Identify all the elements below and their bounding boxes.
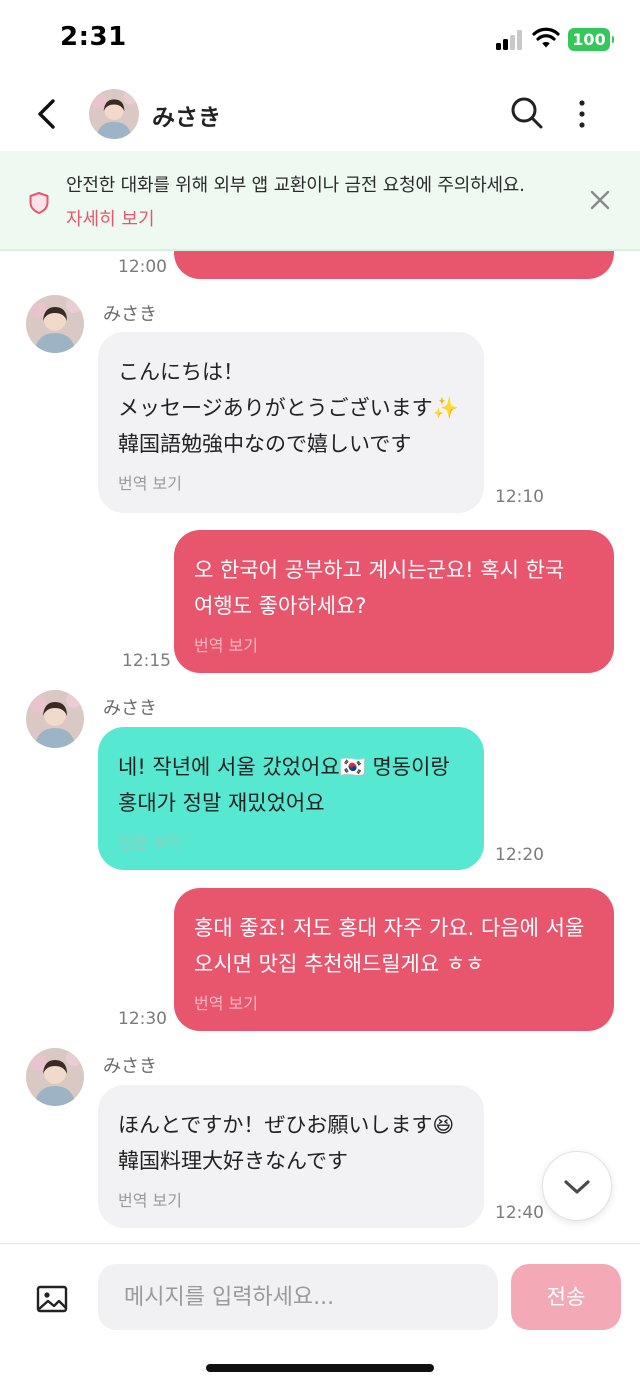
message-bubble-incoming[interactable]: こんにちは！メッセージありがとうございます✨ 韓国語勉強中なので嬉しいです 번역… bbox=[98, 332, 484, 513]
sender-name: みさき bbox=[103, 304, 157, 325]
wifi-icon bbox=[532, 27, 560, 48]
notice-details-link[interactable]: 자세히 보기 bbox=[66, 205, 155, 231]
back-icon[interactable] bbox=[28, 94, 68, 134]
battery-icon: 100 bbox=[568, 28, 614, 51]
message-time: 12:10 bbox=[495, 487, 544, 507]
translate-link[interactable]: 번역 보기 bbox=[118, 1187, 464, 1211]
header-avatar[interactable] bbox=[89, 89, 139, 139]
image-icon[interactable] bbox=[36, 1284, 68, 1314]
message-text: 오 한국어 공부하고 계시는군요! 혹시 한국 여행도 좋아하세요? bbox=[194, 558, 565, 618]
contact-name[interactable]: みさき bbox=[152, 98, 221, 132]
avatar[interactable] bbox=[26, 295, 84, 353]
chat-header: みさき bbox=[0, 80, 640, 150]
status-bar: 2:31 100 bbox=[0, 0, 640, 80]
avatar[interactable] bbox=[26, 690, 84, 748]
send-button[interactable]: 전송 bbox=[511, 1264, 621, 1330]
message-bubble-incoming[interactable]: ほんとですか！ぜひお願いします😆 韓国料理大好きなんです 번역 보기 bbox=[98, 1085, 484, 1228]
message-text: 네! 작년에 서울 갔었어요🇰🇷 명동이랑 홍대가 정말 재밌었어요 bbox=[118, 755, 450, 815]
status-time: 2:31 bbox=[60, 22, 127, 52]
message-input[interactable] bbox=[98, 1264, 498, 1330]
more-icon[interactable] bbox=[568, 96, 596, 132]
message-time: 12:00 bbox=[118, 257, 167, 277]
signal-icon bbox=[496, 30, 524, 50]
avatar[interactable] bbox=[26, 1048, 84, 1106]
search-icon[interactable] bbox=[508, 94, 546, 132]
translate-link[interactable]: 번역 보기 bbox=[194, 632, 594, 656]
message-bubble-outgoing[interactable]: 홍대 좋죠! 저도 홍대 자주 가요. 다음에 서울 오시면 맛집 추천해드릴게… bbox=[174, 888, 614, 1031]
message-text: 홍대 좋죠! 저도 홍대 자주 가요. 다음에 서울 오시면 맛집 추천해드릴게… bbox=[194, 916, 585, 976]
message-time: 12:40 bbox=[495, 1203, 544, 1223]
message-time: 12:30 bbox=[118, 1009, 167, 1029]
shield-icon bbox=[29, 192, 49, 214]
message-time: 12:20 bbox=[495, 845, 544, 865]
translate-link[interactable]: 번역 보기 bbox=[118, 470, 464, 494]
translate-link[interactable]: 번역 보기 bbox=[194, 990, 594, 1014]
sender-name: みさき bbox=[103, 698, 157, 719]
message-bubble-incoming-translated[interactable]: 네! 작년에 서울 갔었어요🇰🇷 명동이랑 홍대가 정말 재밌었어요 원문 보기 bbox=[98, 727, 484, 870]
safety-notice-banner: 안전한 대화를 위해 외부 앱 교환이나 금전 요청에 주의하세요. 자세히 보… bbox=[0, 151, 640, 251]
scroll-to-bottom-button[interactable] bbox=[542, 1151, 612, 1221]
message-input-bar: 전송 bbox=[0, 1243, 640, 1385]
message-bubble-outgoing[interactable]: 오 한국어 공부하고 계시는군요! 혹시 한국 여행도 좋아하세요? 번역 보기 bbox=[174, 530, 614, 673]
home-indicator bbox=[206, 1364, 434, 1372]
close-icon[interactable] bbox=[586, 186, 614, 214]
original-link[interactable]: 원문 보기 bbox=[118, 829, 464, 853]
chevron-down-icon bbox=[564, 1180, 590, 1194]
message-text: ほんとですか！ぜひお願いします😆 韓国料理大好きなんです bbox=[118, 1113, 455, 1173]
message-text: こんにちは！メッセージありがとうございます✨ 韓国語勉強中なので嬉しいです bbox=[118, 360, 459, 456]
sender-name: みさき bbox=[103, 1056, 157, 1077]
notice-text: 안전한 대화를 위해 외부 앱 교환이나 금전 요청에 주의하세요. bbox=[66, 175, 525, 196]
message-time: 12:15 bbox=[122, 651, 171, 671]
